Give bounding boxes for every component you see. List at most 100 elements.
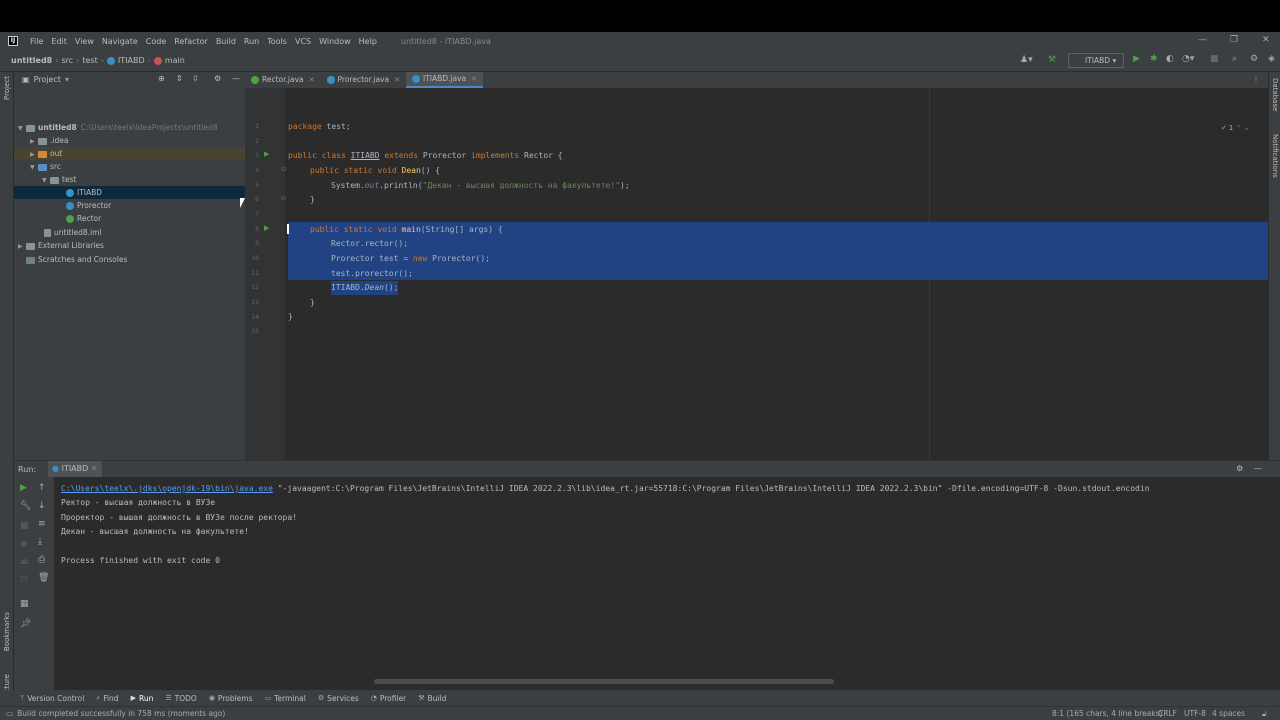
close-tab-icon[interactable]: ✕: [394, 72, 400, 88]
menu-window[interactable]: Window: [315, 37, 355, 46]
tool-find[interactable]: ⌕ Find: [96, 694, 118, 703]
scroll-to-end-icon[interactable]: ⤓: [38, 537, 42, 547]
exit-icon[interactable]: ⏏: [20, 557, 29, 567]
tree-item-iml[interactable]: untitled8.iml: [14, 226, 245, 239]
menu-file[interactable]: File: [26, 37, 47, 46]
menu-edit[interactable]: Edit: [47, 37, 71, 46]
bookmarks-tool-tab[interactable]: Bookmarks: [3, 612, 11, 651]
settings-icon[interactable]: ⚙: [1250, 54, 1258, 64]
caret-position[interactable]: 8:1 (165 chars, 4 line breaks): [1052, 709, 1162, 718]
tool-build[interactable]: ⚒ Build: [418, 694, 446, 703]
hide-icon[interactable]: —: [232, 74, 240, 83]
menu-view[interactable]: View: [71, 37, 98, 46]
run-main-gutter-icon[interactable]: ▶: [264, 224, 269, 232]
tool-run[interactable]: ▶ Run: [131, 694, 154, 703]
close-tab-icon[interactable]: ✕: [309, 72, 315, 88]
tree-item-src[interactable]: ▼ src: [14, 160, 245, 173]
camera-icon[interactable]: ◉: [20, 539, 28, 549]
user-icon[interactable]: ♟▾: [1020, 55, 1033, 65]
menu-vcs[interactable]: VCS: [291, 37, 315, 46]
soft-wrap-icon[interactable]: ≡: [38, 519, 46, 529]
trash-icon[interactable]: 🗑︎: [38, 573, 49, 583]
restore-icon[interactable]: ❐: [1230, 35, 1238, 45]
notifications-tool-tab[interactable]: Notifications: [1271, 134, 1279, 178]
menu-run[interactable]: Run: [240, 37, 263, 46]
menu-help[interactable]: Help: [355, 37, 381, 46]
code-editor[interactable]: Rector.java ✕ Prorector.java ✕ ITIABD.java…: [245, 72, 1268, 500]
expand-all-icon[interactable]: ⇕: [176, 74, 183, 83]
tool-problems[interactable]: ◉ Problems: [209, 694, 253, 703]
tree-item-itiabd[interactable]: ITIABD: [14, 186, 245, 199]
tool-terminal[interactable]: ▭ Terminal: [265, 694, 306, 703]
tree-item-rector[interactable]: Rector: [14, 212, 245, 225]
run-icon[interactable]: ▶: [1133, 54, 1140, 64]
wrench-icon[interactable]: 🔧︎: [20, 501, 31, 511]
run-class-gutter-icon[interactable]: ▶: [264, 150, 269, 158]
tree-item-scratches[interactable]: Scratches and Consoles: [14, 253, 245, 266]
coverage-icon[interactable]: ◐: [1166, 54, 1174, 64]
minimize-icon[interactable]: —: [1198, 35, 1207, 45]
menu-code[interactable]: Code: [142, 37, 170, 46]
search-icon[interactable]: ⌕: [1232, 54, 1237, 64]
menu-navigate[interactable]: Navigate: [98, 37, 142, 46]
close-tab-icon[interactable]: ✕: [471, 71, 477, 87]
locate-icon[interactable]: ⊕: [158, 74, 165, 83]
database-tool-tab[interactable]: Database: [1271, 78, 1279, 111]
fold-icon[interactable]: ⊟: [281, 166, 286, 173]
tool-todo[interactable]: ☰ TODO: [165, 694, 196, 703]
layout-icon[interactable]: ▦: [20, 599, 29, 609]
menu-build[interactable]: Build: [212, 37, 240, 46]
status-message[interactable]: Build completed successfully in 758 ms (…: [17, 709, 225, 718]
breadcrumb-class[interactable]: ITIABD: [104, 56, 148, 65]
lock-icon[interactable]: 🔓︎: [1262, 709, 1267, 719]
pin-icon[interactable]: 📌︎: [20, 619, 31, 629]
chevron-down-icon[interactable]: ▾: [65, 75, 69, 84]
horizontal-scrollbar[interactable]: [374, 679, 834, 684]
tab-rector[interactable]: Rector.java ✕: [245, 72, 321, 88]
breadcrumb-method[interactable]: main: [151, 56, 188, 65]
collapse-all-icon[interactable]: ⇳: [192, 74, 199, 83]
menu-refactor[interactable]: Refactor: [170, 37, 212, 46]
run-tab[interactable]: ● ITIABD ✕: [48, 461, 102, 477]
tab-itiabd[interactable]: ITIABD.java ✕: [405, 71, 483, 88]
print-icon[interactable]: ⎙: [38, 555, 45, 565]
more-tabs-icon[interactable]: ⋮: [1252, 75, 1260, 84]
tool-services[interactable]: ⚙ Services: [318, 694, 359, 703]
hide-icon[interactable]: —: [1254, 464, 1262, 473]
project-tool-tab[interactable]: Project: [3, 76, 11, 100]
project-panel-title[interactable]: Project: [34, 75, 61, 84]
hammer-build-icon[interactable]: ⚒: [1048, 55, 1056, 65]
profile-icon[interactable]: ◔▾: [1182, 54, 1194, 64]
ide-logo-icon[interactable]: ◈: [1268, 54, 1275, 64]
stop-icon[interactable]: ■: [1210, 54, 1219, 64]
scroll-down-icon[interactable]: ↓: [38, 501, 46, 511]
run-config-selector[interactable]: ITIABD ▾: [1068, 53, 1124, 68]
tree-item-test[interactable]: ▼ test: [14, 173, 245, 186]
tree-item-prorector[interactable]: Prorector: [14, 199, 245, 212]
tool-version-control[interactable]: ᛘ Version Control: [20, 694, 84, 703]
restore-layout-icon[interactable]: ⊟: [20, 575, 28, 585]
inspection-widget[interactable]: ✔ 1 ⌃ ⌄: [1221, 124, 1250, 132]
breadcrumb-src[interactable]: src: [58, 56, 76, 65]
fold-icon[interactable]: ⊟: [281, 195, 286, 202]
file-encoding[interactable]: UTF-8: [1184, 709, 1206, 718]
rerun-icon[interactable]: ▶: [20, 483, 27, 493]
gear-icon[interactable]: ⚙: [214, 74, 221, 83]
tree-item-untitled8[interactable]: ▼ untitled8 C:\Users\teelx\IdeaProjects\un…: [14, 121, 245, 134]
scroll-up-icon[interactable]: ↑: [38, 483, 46, 493]
close-icon[interactable]: ✕: [1262, 35, 1270, 45]
stop-icon[interactable]: ■: [20, 521, 29, 531]
menu-tools[interactable]: Tools: [263, 37, 291, 46]
tab-prorector[interactable]: Prorector.java ✕: [321, 72, 406, 88]
gear-icon[interactable]: ⚙: [1236, 464, 1243, 473]
tree-item-idea[interactable]: ▶ .idea: [14, 134, 245, 147]
tree-item-out[interactable]: ▶ out: [14, 147, 245, 160]
close-tab-icon[interactable]: ✕: [91, 464, 98, 473]
java-path-link[interactable]: C:\Users\teelx\.jdks\openjdk-19\bin\java…: [61, 484, 273, 493]
breadcrumb-project[interactable]: untitled8: [8, 56, 55, 65]
line-separator[interactable]: CRLF: [1158, 709, 1177, 718]
indent-setting[interactable]: 4 spaces: [1212, 709, 1245, 718]
breadcrumb-test[interactable]: test: [79, 56, 100, 65]
tool-profiler[interactable]: ◔ Profiler: [371, 694, 407, 703]
tree-item-external-libraries[interactable]: ▶ External Libraries: [14, 239, 245, 252]
